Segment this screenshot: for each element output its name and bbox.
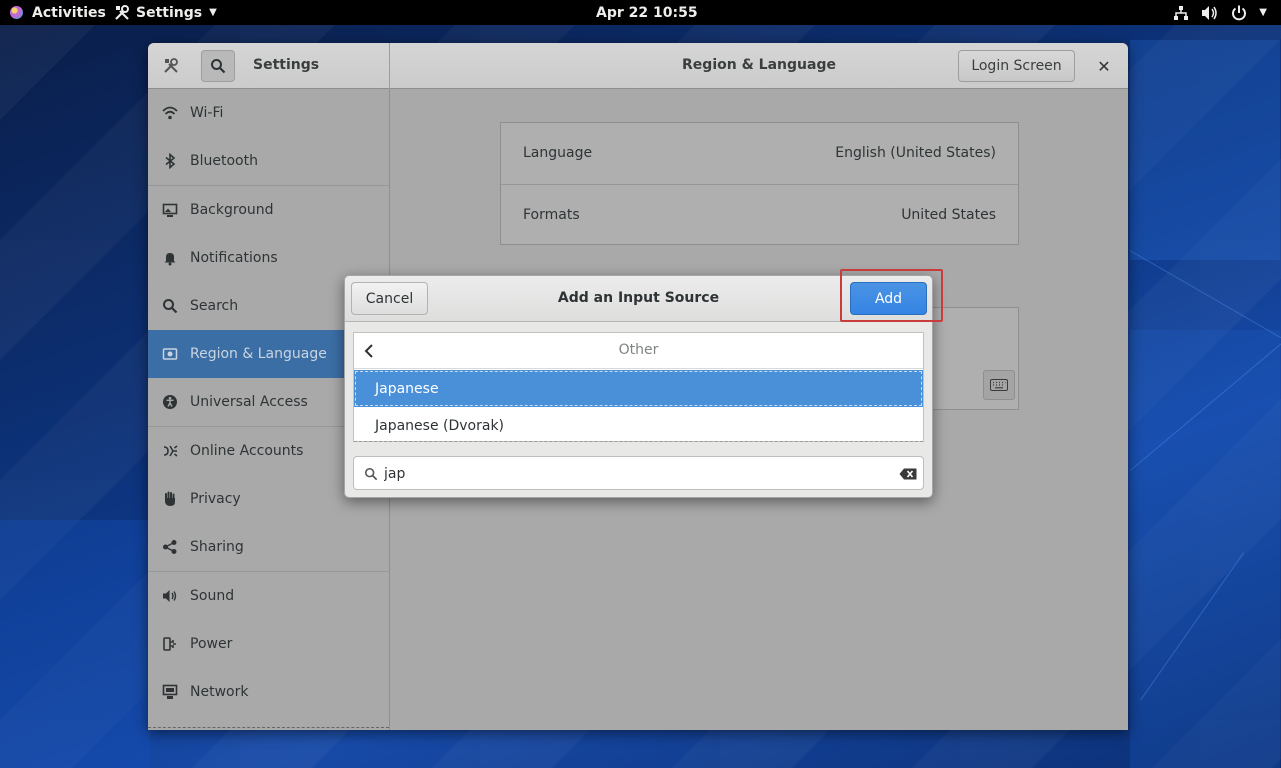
app-menu-label: Settings (136, 4, 203, 21)
sidebar-header: Settings (148, 43, 390, 89)
sidebar-item-label: Sharing (190, 539, 244, 555)
list-scroll-edge (354, 441, 923, 442)
language-label: Language (523, 145, 593, 161)
tools-icon (115, 4, 129, 20)
settings-tools-icon (162, 57, 180, 75)
sidebar-item-label: Privacy (190, 491, 241, 507)
sidebar-item-label: Online Accounts (190, 443, 304, 459)
wifi-icon (162, 105, 178, 121)
activities-icon (10, 6, 23, 19)
search-input[interactable] (384, 463, 884, 485)
sidebar-item-label: Network (190, 684, 249, 700)
sidebar-item-label: Universal Access (190, 394, 308, 410)
search-icon (162, 298, 178, 314)
sidebar-item-label: Notifications (190, 250, 278, 266)
accessibility-icon (162, 394, 178, 410)
close-icon: ✕ (1097, 56, 1111, 76)
app-menu[interactable]: Settings ▼ (114, 3, 217, 22)
sidebar-item-sharing[interactable]: Sharing (148, 523, 389, 571)
header-bar: Settings Region & Language Login Screen … (148, 43, 1128, 89)
keyboard-icon (990, 379, 1008, 391)
activities-label: Activities (32, 4, 106, 21)
sidebar-scroll-edge (148, 727, 389, 728)
chevron-down-icon: ▼ (1259, 7, 1267, 18)
sidebar-item-bluetooth[interactable]: Bluetooth (148, 137, 389, 185)
formats-value: United States (901, 206, 996, 223)
formats-label: Formats (523, 206, 580, 223)
share-icon (162, 539, 178, 555)
sidebar-item-label: Region & Language (190, 346, 327, 362)
caret-down-icon: ▼ (209, 7, 217, 18)
list-header-label: Other (618, 342, 659, 358)
language-formats-card: Language English (United States) Formats… (500, 122, 1019, 245)
clear-text-icon[interactable] (899, 466, 917, 482)
search-field[interactable] (353, 456, 924, 490)
search-icon (211, 59, 226, 74)
volume-icon (1201, 5, 1219, 21)
search-toggle-button[interactable] (201, 50, 235, 82)
sidebar-item-label: Wi-Fi (190, 105, 224, 121)
sidebar-item-network[interactable]: Network (148, 668, 389, 716)
language-value: English (United States) (835, 145, 996, 161)
keyboard-layout-button[interactable] (983, 370, 1015, 400)
search-icon (363, 466, 379, 482)
language-row[interactable]: Language English (United States) (501, 123, 1018, 183)
system-menu[interactable]: ▼ (1161, 3, 1267, 22)
clock[interactable]: Apr 22 10:55 (596, 3, 698, 22)
add-input-source-dialog: Cancel Add an Input Source Add Other Jap… (344, 269, 943, 498)
sidebar-item-label: Search (190, 298, 239, 314)
list-item-japanese-dvorak[interactable]: Japanese (Dvorak) (354, 407, 923, 444)
top-bar: Activities Settings ▼ Apr 22 10:55 ▼ (0, 0, 1281, 25)
sidebar-item-label: Power (190, 636, 233, 652)
activities-button[interactable]: Activities (10, 3, 106, 22)
bell-icon (162, 250, 178, 266)
sidebar-item-wifi[interactable]: Wi-Fi (148, 89, 389, 137)
sidebar-title: Settings (253, 57, 320, 73)
add-button-highlight-box (840, 269, 943, 322)
close-window-button[interactable]: ✕ (1094, 56, 1114, 76)
network-icon (162, 684, 178, 700)
sidebar-item-label: Background (190, 202, 274, 218)
formats-row[interactable]: Formats United States (501, 184, 1018, 244)
list-item-japanese[interactable]: Japanese (354, 370, 923, 407)
sidebar-item-background[interactable]: Background (148, 186, 389, 234)
bluetooth-icon (162, 153, 178, 169)
online-accounts-icon (162, 443, 178, 459)
list-header-row[interactable]: Other (354, 333, 923, 369)
speaker-icon (162, 588, 178, 604)
power-icon (1231, 5, 1247, 21)
sidebar-item-power[interactable]: Power (148, 620, 389, 668)
sidebar-item-sound[interactable]: Sound (148, 572, 389, 620)
hand-icon (162, 491, 178, 507)
background-icon (162, 202, 178, 218)
login-screen-button[interactable]: Login Screen (958, 50, 1075, 82)
sidebar-item-label: Sound (190, 588, 235, 604)
power-plug-icon (162, 636, 178, 652)
network-wired-icon (1173, 5, 1189, 21)
input-source-list: Other Japanese Japanese (Dvorak) (353, 332, 924, 442)
region-icon (162, 346, 178, 362)
sidebar-item-label: Bluetooth (190, 153, 258, 169)
